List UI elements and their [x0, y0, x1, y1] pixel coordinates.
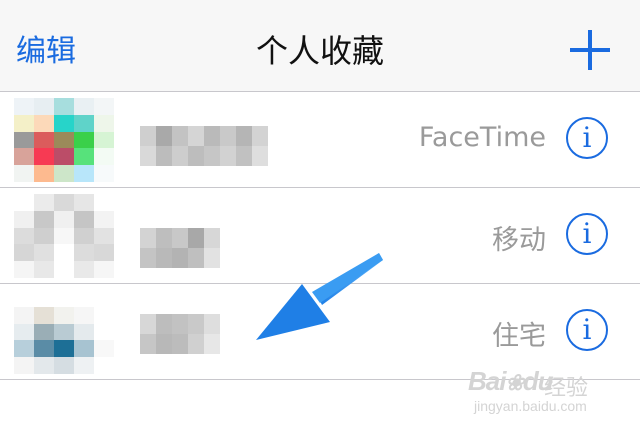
- phone-type-label: 住宅: [492, 321, 546, 352]
- page-title: 个人收藏: [255, 32, 384, 70]
- list-item[interactable]: 移动 i: [0, 188, 640, 284]
- favorites-list: FaceTime i 移动 i 住宅 i: [0, 92, 640, 380]
- list-item[interactable]: FaceTime i: [0, 92, 640, 188]
- baidu-watermark: Bai❀du 经验 jingyan.baidu.com: [468, 366, 589, 414]
- paw-icon: ❀: [505, 370, 523, 395]
- phone-type-label: FaceTime: [418, 122, 546, 153]
- contact-name: [140, 228, 220, 268]
- avatar: [14, 290, 114, 374]
- info-icon[interactable]: i: [566, 117, 608, 159]
- info-icon[interactable]: i: [566, 213, 608, 255]
- info-icon[interactable]: i: [566, 309, 608, 351]
- avatar: [14, 98, 114, 182]
- navigation-bar: 编辑 个人收藏: [0, 0, 640, 92]
- contact-name: [140, 314, 220, 354]
- contact-name: [140, 126, 268, 166]
- avatar: [14, 194, 114, 278]
- plus-icon[interactable]: [568, 28, 612, 72]
- phone-type-label: 移动: [492, 225, 546, 256]
